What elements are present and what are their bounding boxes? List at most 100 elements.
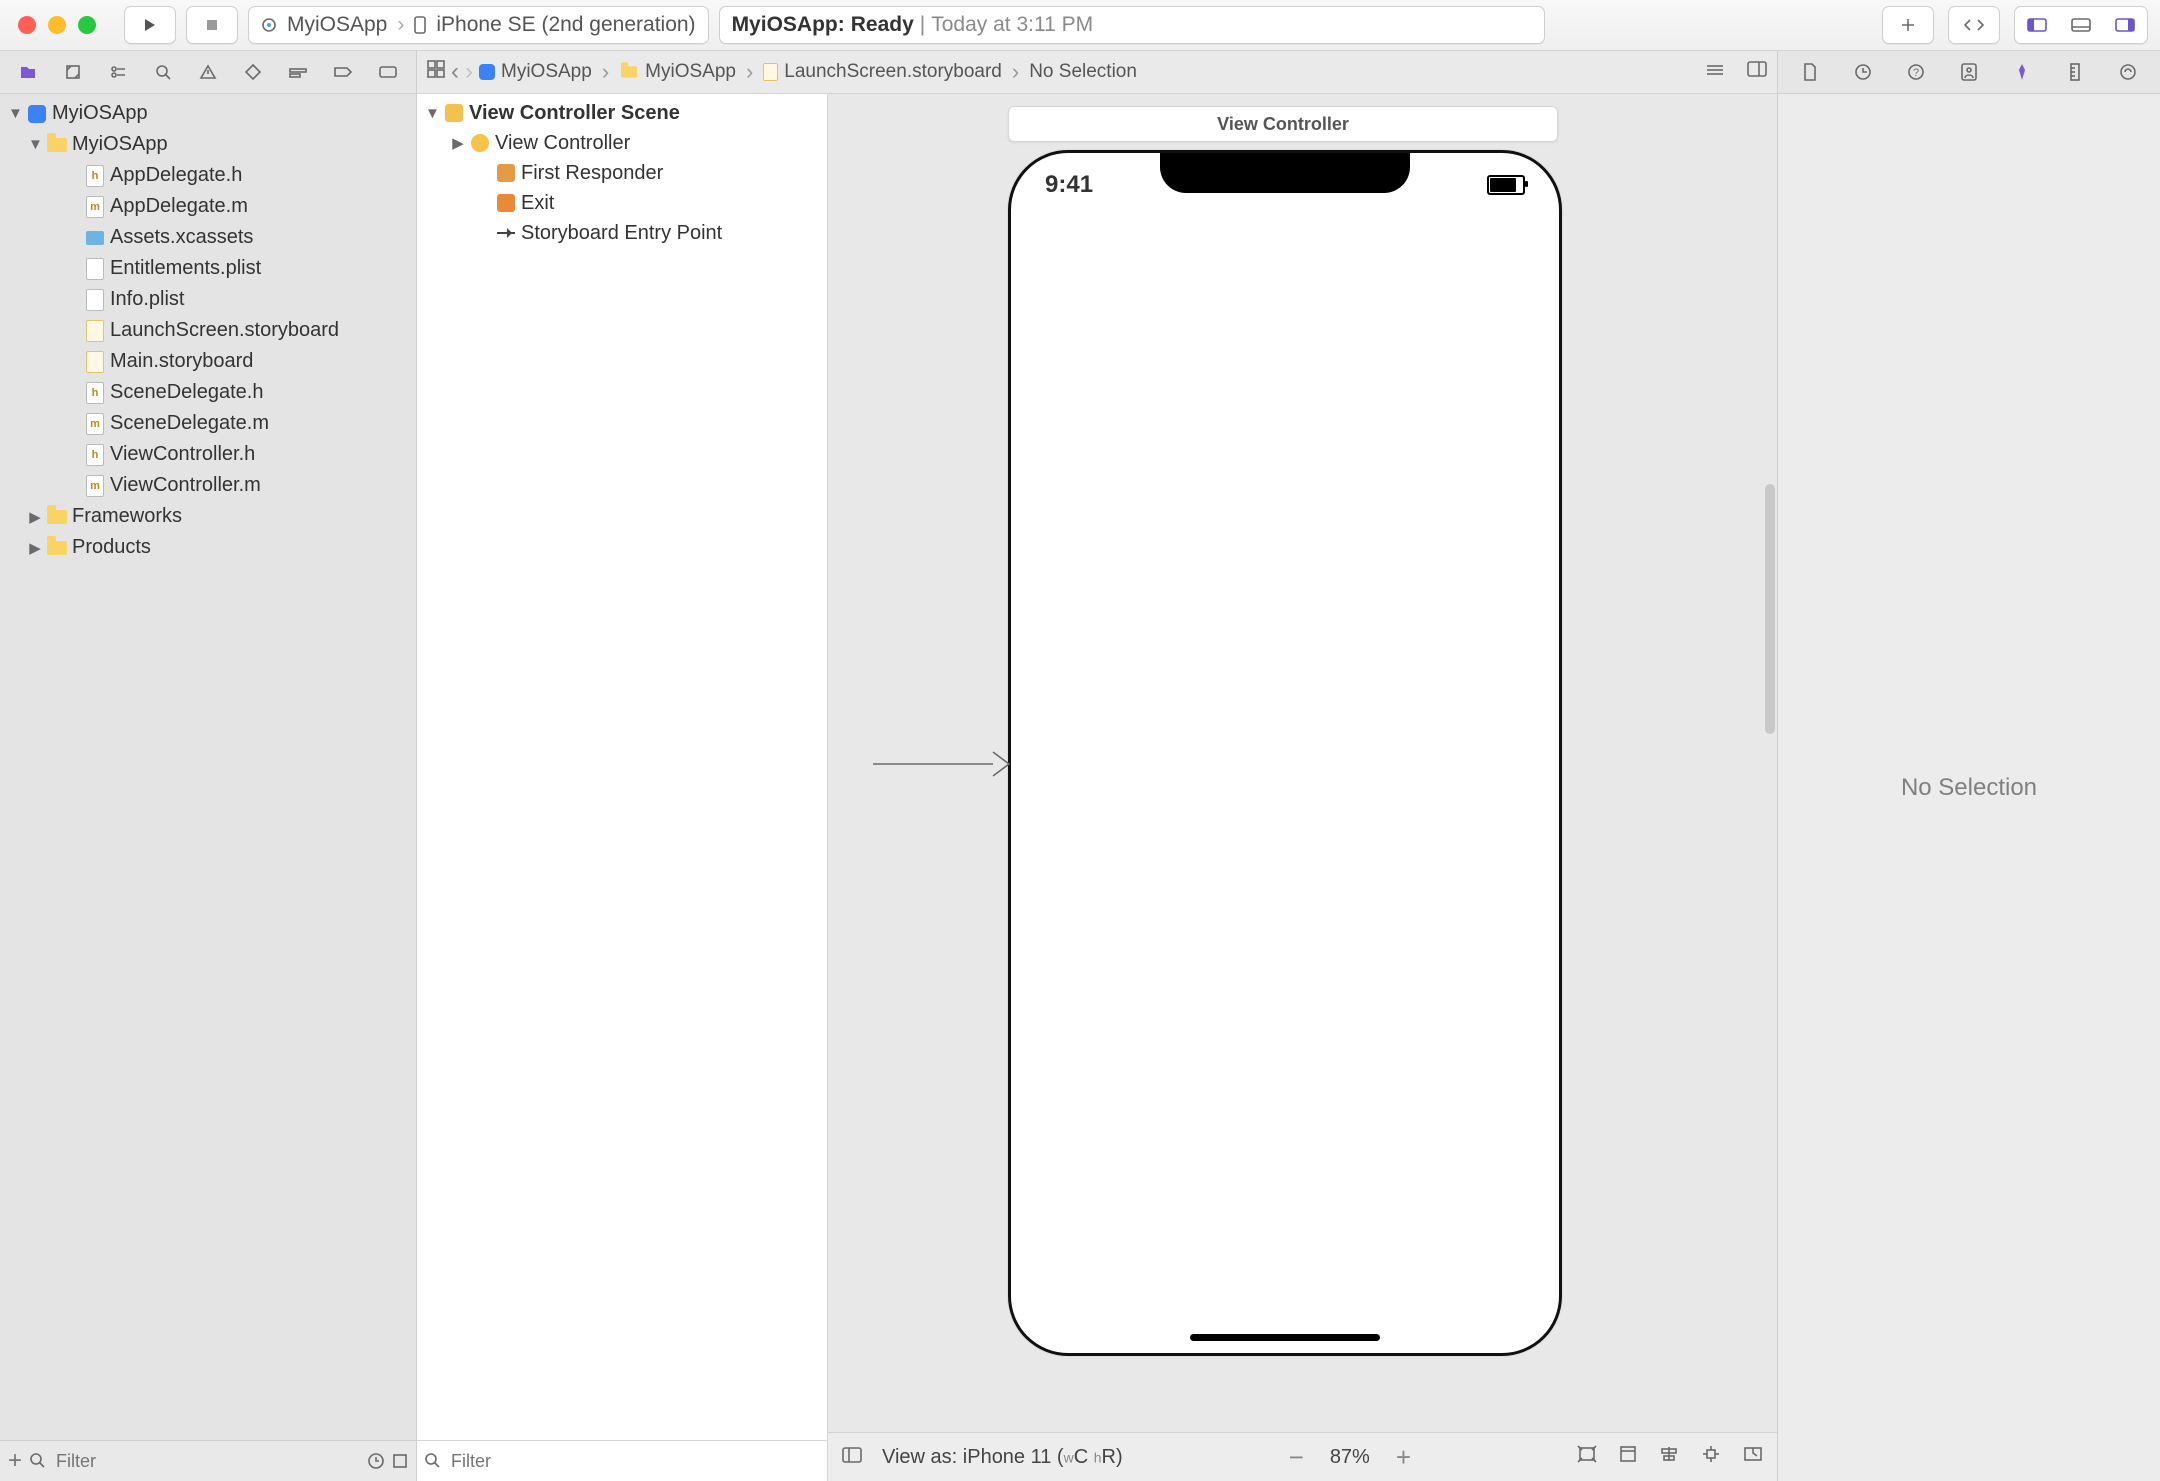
project-group-main-label: MyiOSApp bbox=[72, 133, 168, 156]
update-frames-button[interactable] bbox=[1577, 1445, 1597, 1469]
document-outline: ▼ View Controller Scene ▶ View Controlle… bbox=[417, 94, 828, 1481]
project-group-main[interactable]: ▼ MyiOSApp bbox=[0, 129, 416, 160]
library-button[interactable] bbox=[1882, 6, 1934, 44]
quick-help-inspector-tab[interactable]: ? bbox=[1897, 57, 1935, 87]
outline-entry-point[interactable]: Storyboard Entry Point bbox=[417, 218, 827, 248]
outline-first-responder[interactable]: First Responder bbox=[417, 158, 827, 188]
jump-bar-crumb[interactable]: MyiOSApp bbox=[619, 61, 736, 83]
jump-bar-crumb[interactable]: MyiOSApp bbox=[479, 61, 592, 83]
symbol-navigator-tab[interactable] bbox=[99, 57, 137, 87]
entry-point-icon bbox=[497, 232, 515, 234]
attributes-inspector-tab[interactable] bbox=[2003, 57, 2041, 87]
size-inspector-tab[interactable] bbox=[2056, 57, 2094, 87]
project-navigator-tree[interactable]: ▼ MyiOSApp ▼ MyiOSApp hAppDelegate.h mAp… bbox=[0, 94, 416, 1440]
project-root[interactable]: ▼ MyiOSApp bbox=[0, 98, 416, 129]
status-state: Ready bbox=[851, 13, 914, 37]
find-navigator-tab[interactable] bbox=[144, 57, 182, 87]
scene-icon bbox=[445, 104, 463, 122]
status-app-name: MyiOSApp: bbox=[732, 13, 845, 37]
project-navigator-tab[interactable] bbox=[9, 57, 47, 87]
run-button[interactable] bbox=[124, 6, 176, 44]
zoom-level-label[interactable]: 87% bbox=[1330, 1446, 1370, 1469]
folder-icon bbox=[47, 138, 67, 152]
resolve-issues-button[interactable] bbox=[1743, 1445, 1763, 1469]
file-row[interactable]: hSceneDelegate.h bbox=[0, 377, 416, 408]
disclosure-triangle-icon[interactable]: ▶ bbox=[28, 508, 42, 526]
first-responder-icon bbox=[497, 164, 515, 182]
file-row[interactable]: LaunchScreen.storyboard bbox=[0, 315, 416, 346]
file-row[interactable]: hAppDelegate.h bbox=[0, 160, 416, 191]
folder-icon bbox=[47, 541, 67, 555]
header-file-icon: h bbox=[86, 382, 104, 404]
outline-scene[interactable]: ▼ View Controller Scene bbox=[417, 98, 827, 128]
device-notch bbox=[1160, 153, 1410, 193]
disclosure-triangle-icon[interactable]: ▶ bbox=[28, 539, 42, 557]
file-inspector-tab[interactable] bbox=[1791, 57, 1829, 87]
history-inspector-tab[interactable] bbox=[1844, 57, 1882, 87]
code-review-button[interactable] bbox=[1948, 6, 2000, 44]
zoom-window-button[interactable] bbox=[78, 16, 96, 34]
file-row[interactable]: Assets.xcassets bbox=[0, 222, 416, 253]
document-outline-tree[interactable]: ▼ View Controller Scene ▶ View Controlle… bbox=[417, 94, 827, 1440]
outline-exit[interactable]: Exit bbox=[417, 188, 827, 218]
issue-navigator-tab[interactable] bbox=[189, 57, 227, 87]
related-items-button[interactable] bbox=[427, 60, 445, 84]
scene-title-bar[interactable]: View Controller bbox=[1008, 106, 1558, 142]
file-row[interactable]: Info.plist bbox=[0, 284, 416, 315]
pin-constraints-button[interactable] bbox=[1701, 1445, 1721, 1469]
breakpoint-navigator-tab[interactable] bbox=[324, 57, 362, 87]
minimize-window-button[interactable] bbox=[48, 16, 66, 34]
history-back-button[interactable]: ‹ bbox=[451, 58, 459, 86]
filter-icon[interactable] bbox=[425, 1453, 441, 1469]
close-window-button[interactable] bbox=[18, 16, 36, 34]
add-target-button[interactable]: + bbox=[8, 1447, 22, 1475]
scheme-destination-popup[interactable]: MyiOSApp › iPhone SE (2nd generation) bbox=[248, 6, 709, 44]
file-row[interactable]: Entitlements.plist bbox=[0, 253, 416, 284]
toggle-outline-button[interactable] bbox=[842, 1446, 862, 1469]
toggle-inspector-button[interactable] bbox=[2103, 18, 2147, 32]
folder-icon bbox=[621, 66, 637, 77]
zoom-out-button[interactable]: − bbox=[1289, 1442, 1304, 1473]
jump-bar-crumb[interactable]: LaunchScreen.storyboard bbox=[763, 61, 1002, 83]
disclosure-triangle-icon[interactable]: ▶ bbox=[451, 134, 465, 152]
report-navigator-tab[interactable] bbox=[369, 57, 407, 87]
test-navigator-tab[interactable] bbox=[234, 57, 272, 87]
adjust-editor-button[interactable] bbox=[1747, 61, 1767, 83]
project-group-frameworks[interactable]: ▶ Frameworks bbox=[0, 501, 416, 532]
jump-bar-crumb[interactable]: No Selection bbox=[1029, 61, 1137, 83]
view-as-control[interactable]: View as: iPhone 11 (wC hR) bbox=[882, 1446, 1123, 1469]
storyboard-entry-arrow[interactable] bbox=[873, 744, 1013, 784]
recent-filter-icon[interactable] bbox=[368, 1453, 384, 1469]
file-row[interactable]: mViewController.m bbox=[0, 470, 416, 501]
zoom-in-button[interactable]: + bbox=[1396, 1442, 1411, 1473]
file-row[interactable]: mSceneDelegate.m bbox=[0, 408, 416, 439]
source-control-navigator-tab[interactable] bbox=[54, 57, 92, 87]
project-group-products[interactable]: ▶ Products bbox=[0, 532, 416, 563]
header-file-icon: h bbox=[86, 165, 104, 187]
file-row[interactable]: mAppDelegate.m bbox=[0, 191, 416, 222]
stop-button[interactable] bbox=[186, 6, 238, 44]
navigator-filter-input[interactable] bbox=[54, 1450, 360, 1473]
file-row[interactable]: Main.storyboard bbox=[0, 346, 416, 377]
disclosure-triangle-icon[interactable]: ▼ bbox=[8, 105, 22, 122]
interface-builder-canvas[interactable]: View Controller 9:41 bbox=[828, 94, 1777, 1432]
filter-scope-icon[interactable] bbox=[30, 1453, 46, 1469]
toggle-navigator-button[interactable] bbox=[2015, 18, 2059, 32]
debug-navigator-tab[interactable] bbox=[279, 57, 317, 87]
disclosure-triangle-icon[interactable]: ▼ bbox=[425, 105, 439, 122]
disclosure-triangle-icon[interactable]: ▼ bbox=[28, 136, 42, 153]
canvas-scrollbar[interactable] bbox=[1765, 484, 1775, 734]
history-forward-button[interactable]: › bbox=[465, 58, 473, 86]
align-button[interactable] bbox=[1659, 1445, 1679, 1469]
file-row[interactable]: hViewController.h bbox=[0, 439, 416, 470]
assets-icon bbox=[86, 231, 104, 245]
embed-in-button[interactable] bbox=[1619, 1445, 1637, 1469]
connections-inspector-tab[interactable] bbox=[2109, 57, 2147, 87]
device-preview[interactable]: 9:41 bbox=[1008, 150, 1562, 1356]
toggle-debug-area-button[interactable] bbox=[2059, 18, 2103, 32]
outline-filter-input[interactable] bbox=[449, 1450, 819, 1473]
identity-inspector-tab[interactable] bbox=[1950, 57, 1988, 87]
scm-filter-icon[interactable] bbox=[392, 1453, 408, 1469]
editor-options-button[interactable] bbox=[1705, 61, 1725, 83]
outline-view-controller[interactable]: ▶ View Controller bbox=[417, 128, 827, 158]
